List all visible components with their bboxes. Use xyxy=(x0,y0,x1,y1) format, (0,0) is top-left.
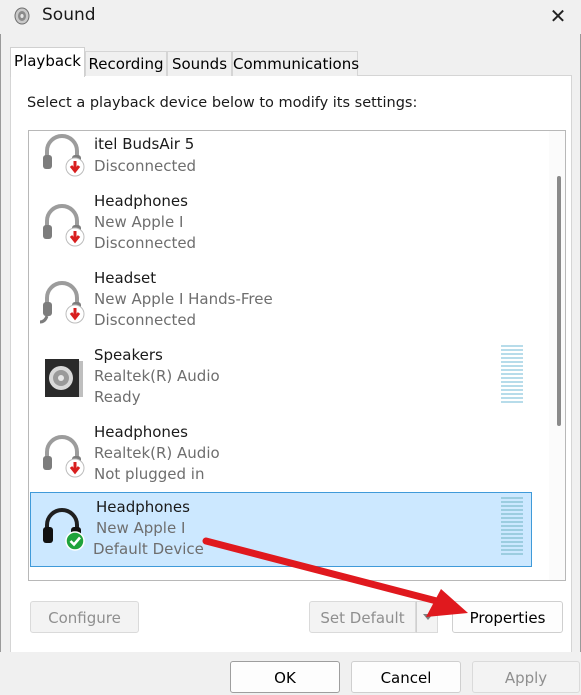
scrollbar-thumb[interactable] xyxy=(557,176,561,426)
close-button[interactable]: ✕ xyxy=(543,2,573,30)
device-name: Headphones xyxy=(94,192,188,210)
device-description: New Apple I Hands-Free xyxy=(94,290,273,308)
list-item[interactable]: Headset New Apple I Hands-Free Disconnec… xyxy=(29,264,549,341)
speaker-app-icon xyxy=(14,7,30,25)
device-name: Headset xyxy=(94,269,157,287)
scrollbar[interactable] xyxy=(549,131,565,580)
device-status: Not plugged in xyxy=(94,465,205,483)
tab-sounds[interactable]: Sounds xyxy=(167,51,232,76)
window-title: Sound xyxy=(42,5,96,25)
properties-button[interactable]: Properties xyxy=(452,601,563,633)
device-name: Headphones xyxy=(94,423,188,441)
headphones-unplugged-icon xyxy=(43,435,85,478)
device-status: Disconnected xyxy=(94,234,197,252)
set-default-button[interactable]: Set Default xyxy=(309,601,416,633)
device-name: Headphones xyxy=(96,498,190,516)
headphones-default-icon xyxy=(43,508,85,551)
device-status: Ready xyxy=(94,388,141,406)
configure-button[interactable]: Configure xyxy=(30,601,139,633)
device-description: Realtek(R) Audio xyxy=(94,444,220,462)
headset-disconnected-icon xyxy=(39,281,85,324)
device-list[interactable]: itel BudsAir 5 Disconnected Headphones N… xyxy=(28,130,566,581)
list-item[interactable]: Headphones New Apple I Disconnected xyxy=(29,187,549,264)
volume-level-meter xyxy=(501,497,523,557)
apply-button[interactable]: Apply xyxy=(472,661,580,693)
tab-recording[interactable]: Recording xyxy=(85,51,167,76)
speaker-icon xyxy=(45,359,83,397)
list-item[interactable]: itel BudsAir 5 Disconnected xyxy=(29,131,549,194)
set-default-dropdown[interactable] xyxy=(416,601,438,633)
cancel-button[interactable]: Cancel xyxy=(351,661,461,693)
device-description: New Apple I xyxy=(94,213,184,231)
ok-button[interactable]: OK xyxy=(230,661,340,693)
title-bar: Sound ✕ xyxy=(0,0,581,34)
close-icon: ✕ xyxy=(549,4,567,28)
volume-level-meter xyxy=(501,345,523,405)
tab-communications[interactable]: Communications xyxy=(232,51,359,76)
device-name: itel BudsAir 5 xyxy=(94,135,195,153)
device-name: Speakers xyxy=(94,346,163,364)
headphones-disconnected-icon xyxy=(43,134,85,177)
tab-playback[interactable]: Playback xyxy=(10,47,85,77)
device-description: Realtek(R) Audio xyxy=(94,367,220,385)
list-item[interactable]: Speakers Realtek(R) Audio Ready xyxy=(29,341,549,418)
list-item-selected[interactable]: Headphones New Apple I Default Device xyxy=(30,492,532,567)
device-status: Default Device xyxy=(93,540,204,558)
device-description: New Apple I xyxy=(96,519,186,537)
device-status: Disconnected xyxy=(94,311,197,329)
headphones-disconnected-icon xyxy=(43,204,85,247)
instruction-text: Select a playback device below to modify… xyxy=(27,95,418,111)
list-item[interactable]: Headphones Realtek(R) Audio Not plugged … xyxy=(29,418,549,495)
device-status: Disconnected xyxy=(94,157,197,175)
